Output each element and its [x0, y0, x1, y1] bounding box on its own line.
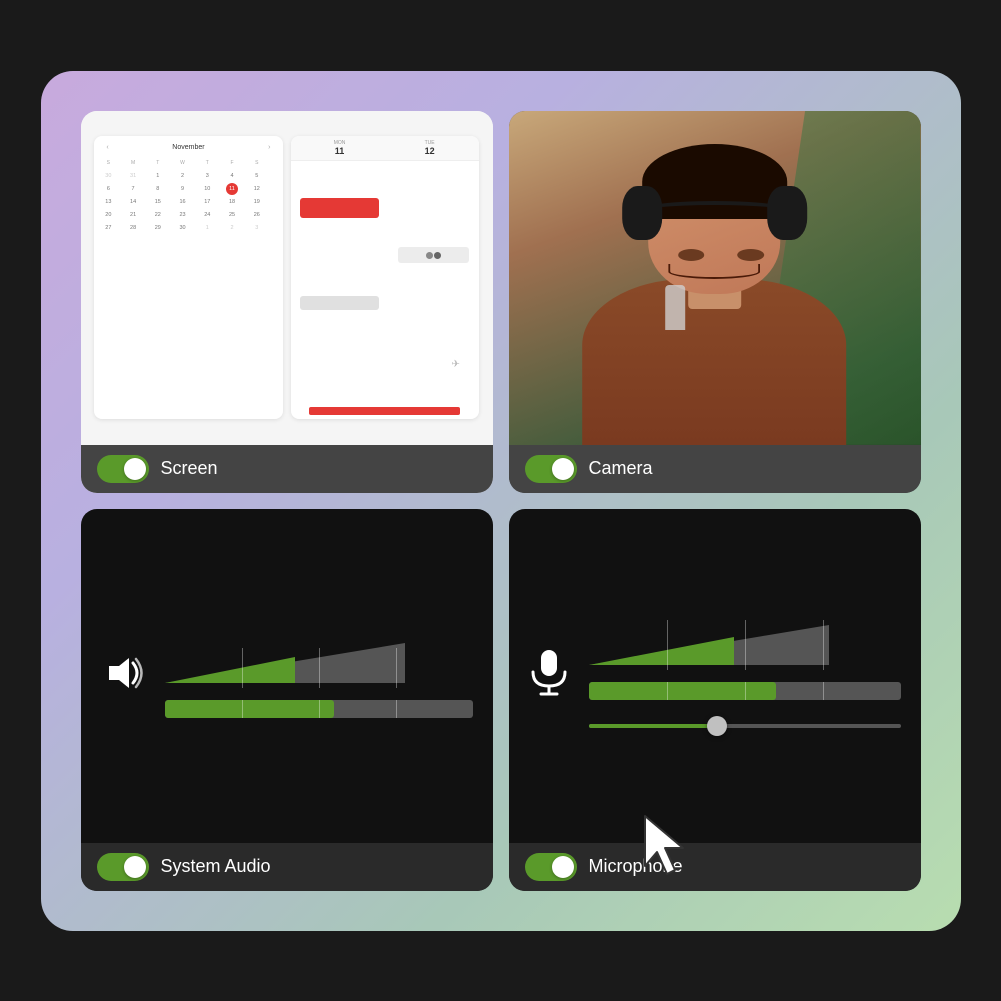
- screen-toggle-knob: [124, 458, 146, 480]
- screen-footer: Screen: [81, 445, 493, 493]
- calendar-panel: ‹ November › S M T W T F S 30 31: [94, 136, 282, 419]
- camera-card: Camera: [509, 111, 921, 493]
- microphone-footer: Microphone: [509, 843, 921, 891]
- schedule-panel: MON 11 TUE 12: [291, 136, 479, 419]
- microphone-toggle[interactable]: [525, 853, 577, 881]
- screen-preview: ‹ November › S M T W T F S 30 31: [81, 111, 493, 445]
- system-audio-toggle[interactable]: [97, 853, 149, 881]
- screen-toggle[interactable]: [97, 455, 149, 483]
- camera-toggle-knob: [552, 458, 574, 480]
- main-container: ‹ November › S M T W T F S 30 31: [41, 71, 961, 931]
- microphone-volume-viz: [589, 615, 901, 736]
- camera-footer: Camera: [509, 445, 921, 493]
- microphone-icon: [529, 648, 569, 703]
- system-audio-volume-viz: [165, 633, 473, 718]
- camera-label: Camera: [589, 458, 653, 479]
- system-audio-footer: System Audio: [81, 843, 493, 891]
- system-audio-card: System Audio: [81, 509, 493, 891]
- screen-label: Screen: [161, 458, 218, 479]
- system-audio-viz: [81, 509, 493, 843]
- screen-card: ‹ November › S M T W T F S 30 31: [81, 111, 493, 493]
- microphone-slider-thumb[interactable]: [707, 716, 727, 736]
- system-audio-label: System Audio: [161, 856, 271, 877]
- microphone-viz: [509, 509, 921, 843]
- microphone-slider[interactable]: [589, 716, 901, 736]
- system-audio-toggle-knob: [124, 856, 146, 878]
- microphone-toggle-knob: [552, 856, 574, 878]
- camera-preview: [509, 111, 921, 445]
- microphone-card: Microphone: [509, 509, 921, 891]
- camera-toggle[interactable]: [525, 455, 577, 483]
- microphone-label: Microphone: [589, 856, 683, 877]
- speaker-icon: [101, 651, 145, 700]
- cards-grid: ‹ November › S M T W T F S 30 31: [81, 111, 921, 891]
